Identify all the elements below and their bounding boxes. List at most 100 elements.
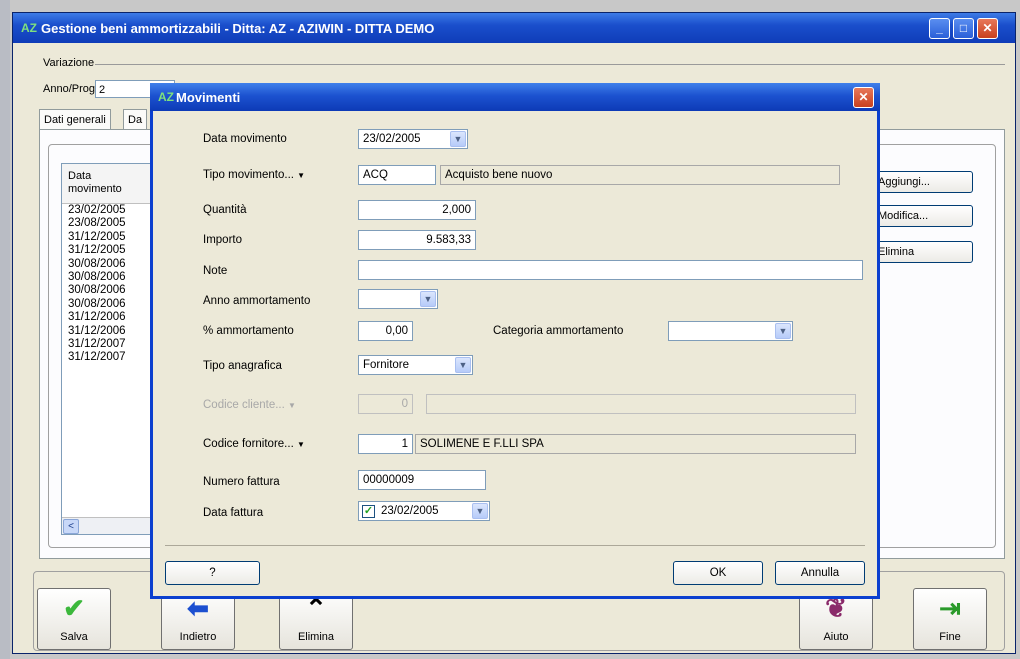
- dialog-close-button[interactable]: ✕: [853, 87, 874, 108]
- annulla-button[interactable]: Annulla: [775, 561, 865, 585]
- categoria-ammortamento-label: Categoria ammortamento: [493, 325, 624, 337]
- main-title-bar[interactable]: AZ Gestione beni ammortizzabili - Ditta:…: [13, 13, 1015, 43]
- dialog-title: Movimenti: [176, 90, 241, 105]
- data-movimento-picker[interactable]: 23/02/2005 ▼: [358, 129, 468, 149]
- ok-button[interactable]: OK: [673, 561, 763, 585]
- codice-fornitore-description: SOLIMENE E F.LLI SPA: [415, 434, 856, 454]
- list-item[interactable]: 31/12/2007: [62, 338, 160, 351]
- codice-cliente-description: [426, 394, 856, 414]
- note-input[interactable]: [358, 260, 863, 280]
- tab-second[interactable]: Da: [123, 109, 148, 129]
- perc-ammortamento-label: % ammortamento: [203, 325, 294, 337]
- list-item[interactable]: 30/08/2006: [62, 284, 160, 297]
- minimize-icon: _: [936, 21, 943, 35]
- list-item[interactable]: 31/12/2006: [62, 325, 160, 338]
- data-fattura-picker[interactable]: ✓ 23/02/2005 ▼: [358, 501, 490, 521]
- data-fattura-label: Data fattura: [203, 507, 264, 519]
- anno-ammortamento-label: Anno ammortamento: [203, 295, 311, 307]
- chevron-down-icon[interactable]: ▼: [420, 291, 436, 307]
- codice-cliente-input: 0: [358, 394, 413, 414]
- list-item[interactable]: 23/08/2005: [62, 217, 160, 230]
- data-movimento-value: 23/02/2005: [363, 133, 421, 145]
- anno-progr-label: Anno/Progr.: [43, 83, 102, 95]
- codice-fornitore-label[interactable]: Codice fornitore... ▼: [203, 438, 305, 450]
- column-header-line1: Data: [68, 170, 92, 182]
- horizontal-scrollbar[interactable]: <: [62, 517, 160, 534]
- close-icon: ✕: [858, 90, 869, 104]
- codice-fornitore-label-text: Codice fornitore...: [203, 438, 294, 450]
- data-fattura-checkbox[interactable]: ✓: [362, 505, 375, 518]
- quantita-input[interactable]: 2,000: [358, 200, 476, 220]
- scroll-left-icon[interactable]: <: [63, 519, 79, 534]
- note-label: Note: [203, 265, 228, 277]
- close-icon: ✕: [982, 21, 993, 35]
- triangle-down-icon: ▼: [288, 401, 296, 410]
- elimina-label: Elimina: [297, 631, 335, 643]
- triangle-down-icon: ▼: [297, 171, 306, 180]
- dialog-separator: [165, 545, 865, 546]
- list-item[interactable]: 31/12/2005: [62, 231, 160, 244]
- list-item[interactable]: 30/08/2006: [62, 258, 160, 271]
- list-item[interactable]: 31/12/2005: [62, 244, 160, 257]
- chevron-down-icon[interactable]: ▼: [775, 323, 791, 339]
- help-button[interactable]: ?: [165, 561, 260, 585]
- salva-button[interactable]: ✔ Salva: [37, 588, 111, 650]
- checkmark-icon: ✔: [63, 593, 85, 623]
- aiuto-label: Aiuto: [823, 631, 849, 643]
- chevron-down-icon[interactable]: ▼: [455, 357, 471, 373]
- dialog-logo-icon: AZ: [158, 90, 174, 104]
- chevron-down-icon[interactable]: ▼: [450, 131, 466, 147]
- tipo-anagrafica-value: Fornitore: [363, 359, 410, 371]
- numero-fattura-label: Numero fattura: [203, 476, 280, 488]
- minimize-button[interactable]: _: [929, 18, 950, 39]
- maximize-icon: □: [959, 21, 968, 35]
- codice-cliente-label: Codice cliente... ▼: [203, 399, 296, 411]
- codice-fornitore-input[interactable]: 1: [358, 434, 413, 454]
- list-item[interactable]: 30/08/2006: [62, 271, 160, 284]
- list-item[interactable]: 23/02/2005: [62, 204, 160, 217]
- importo-input[interactable]: 9.583,33: [358, 230, 476, 250]
- list-item[interactable]: 31/12/2006: [62, 311, 160, 324]
- fine-label: Fine: [939, 631, 961, 643]
- close-button[interactable]: ✕: [977, 18, 998, 39]
- modifica-button[interactable]: Modifica...: [873, 205, 973, 227]
- list-item[interactable]: 31/12/2007: [62, 351, 160, 364]
- movimenti-dialog: AZ Movimenti ✕ Data movimento 23/02/2005…: [150, 83, 880, 599]
- aggiungi-button[interactable]: Aggiungi...: [873, 171, 973, 193]
- tipo-movimento-label[interactable]: Tipo movimento... ▼: [203, 169, 305, 181]
- perc-ammortamento-input[interactable]: 0,00: [358, 321, 413, 341]
- frame-divider: [95, 64, 1005, 65]
- indietro-label: Indietro: [179, 631, 217, 643]
- numero-fattura-input[interactable]: 00000009: [358, 470, 486, 490]
- window-title: Gestione beni ammortizzabili - Ditta: AZ…: [41, 21, 435, 36]
- importo-label: Importo: [203, 234, 242, 246]
- codice-cliente-label-text: Codice cliente...: [203, 399, 285, 411]
- tipo-movimento-description: Acquisto bene nuovo: [440, 165, 840, 185]
- dialog-title-bar[interactable]: AZ Movimenti ✕: [150, 83, 880, 111]
- quantita-label: Quantità: [203, 204, 247, 216]
- triangle-down-icon: ▼: [296, 440, 305, 449]
- column-header-line2: movimento: [68, 183, 122, 195]
- app-logo-icon: AZ: [21, 21, 37, 35]
- fine-button[interactable]: ⇥ Fine: [913, 588, 987, 650]
- desktop-background: [0, 0, 10, 659]
- anno-ammortamento-select[interactable]: ▼: [358, 289, 438, 309]
- elimina-side-button[interactable]: Elimina: [873, 241, 973, 263]
- data-fattura-value: 23/02/2005: [381, 505, 439, 517]
- tipo-movimento-code[interactable]: ACQ: [358, 165, 436, 185]
- maximize-button[interactable]: □: [953, 18, 974, 39]
- tab-dati-generali[interactable]: Dati generali: [39, 109, 111, 129]
- variazione-legend: Variazione: [43, 57, 95, 69]
- exit-door-icon: ⇥: [939, 593, 961, 623]
- list-item[interactable]: 30/08/2006: [62, 298, 160, 311]
- data-movimento-label: Data movimento: [203, 133, 287, 145]
- tipo-movimento-label-text: Tipo movimento...: [203, 169, 294, 181]
- movements-list[interactable]: Data movimento 23/02/2005 23/08/2005 31/12…: [61, 163, 161, 535]
- salva-label: Salva: [60, 631, 88, 643]
- chevron-down-icon[interactable]: ▼: [472, 503, 488, 519]
- tipo-anagrafica-select[interactable]: Fornitore ▼: [358, 355, 473, 375]
- categoria-ammortamento-select[interactable]: ▼: [668, 321, 793, 341]
- list-rows: 23/02/2005 23/08/2005 31/12/2005 31/12/2005…: [62, 204, 160, 365]
- tipo-anagrafica-label: Tipo anagrafica: [203, 360, 282, 372]
- list-column-header[interactable]: Data movimento: [62, 164, 160, 204]
